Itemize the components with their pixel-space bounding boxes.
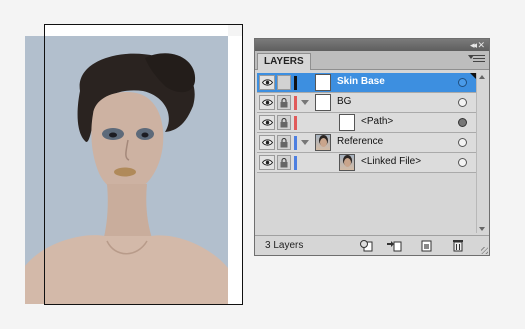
target-circle-icon[interactable] [458,98,467,107]
layer-thumbnail [315,74,331,91]
layer-color-indicator [294,156,297,170]
lock-icon[interactable] [277,95,291,110]
target-circle-icon[interactable] [458,158,467,167]
eye-icon[interactable] [259,75,275,90]
layer-thumbnail [315,134,331,151]
create-layer-icon[interactable] [419,239,433,252]
layers-panel: ◂◂ ✕ LAYERS Skin Base BG <Path> Reference <L… [254,38,490,256]
layer-color-indicator [294,116,297,130]
eye-icon[interactable] [259,115,275,130]
resize-grip[interactable] [481,247,488,254]
close-panel-button[interactable]: ✕ [477,40,485,50]
artboard-border [44,24,243,305]
expand-triangle-icon[interactable] [301,140,309,145]
panel-titlebar[interactable]: ◂◂ ✕ [255,39,489,51]
layers-list: Skin Base BG <Path> Reference <Linked File> [257,73,476,173]
collapse-panel-button[interactable]: ◂◂ [470,40,477,50]
layer-count: 3 Layers [265,240,304,251]
target-circle-icon[interactable] [458,138,467,147]
target-circle-icon[interactable] [458,78,467,87]
create-sublayer-icon[interactable] [386,239,402,252]
expand-triangle-icon[interactable] [301,100,309,105]
make-clipping-mask-icon[interactable] [359,239,373,252]
layer-row[interactable]: Reference [257,133,476,153]
eye-icon[interactable] [259,135,275,150]
layer-thumbnail [339,154,355,171]
layer-name[interactable]: Skin Base [337,76,385,87]
panel-menu-icon[interactable] [468,55,485,65]
scroll-down-icon[interactable] [479,227,485,231]
scroll-up-icon[interactable] [479,75,485,79]
lock-icon[interactable] [277,115,291,130]
panel-footer: 3 Layers [255,235,489,255]
lock-icon[interactable] [277,155,291,170]
lock-icon[interactable] [277,135,291,150]
panel-tab-row: LAYERS [255,51,489,70]
tab-layers[interactable]: LAYERS [257,53,311,70]
layers-scrollbar[interactable] [476,73,486,233]
target-circle-icon[interactable] [458,118,467,127]
artboard-canvas: ◂◂ ✕ LAYERS Skin Base BG <Path> Reference <L… [0,0,525,329]
layer-row[interactable]: BG [257,93,476,113]
lock-icon[interactable] [277,75,291,90]
layer-row[interactable]: <Linked File> [257,153,476,173]
layer-color-indicator [294,96,297,110]
layer-thumbnail [315,94,331,111]
layer-name[interactable]: <Linked File> [361,156,421,167]
layer-name[interactable]: BG [337,96,351,107]
layer-row[interactable]: Skin Base [257,73,476,93]
eye-icon[interactable] [259,95,275,110]
eye-icon[interactable] [259,155,275,170]
layer-name[interactable]: <Path> [361,116,393,127]
layer-color-indicator [294,136,297,150]
layer-name[interactable]: Reference [337,136,383,147]
layer-thumbnail [339,114,355,131]
delete-icon[interactable] [451,239,465,252]
layer-color-indicator [294,76,297,90]
layer-row[interactable]: <Path> [257,113,476,133]
